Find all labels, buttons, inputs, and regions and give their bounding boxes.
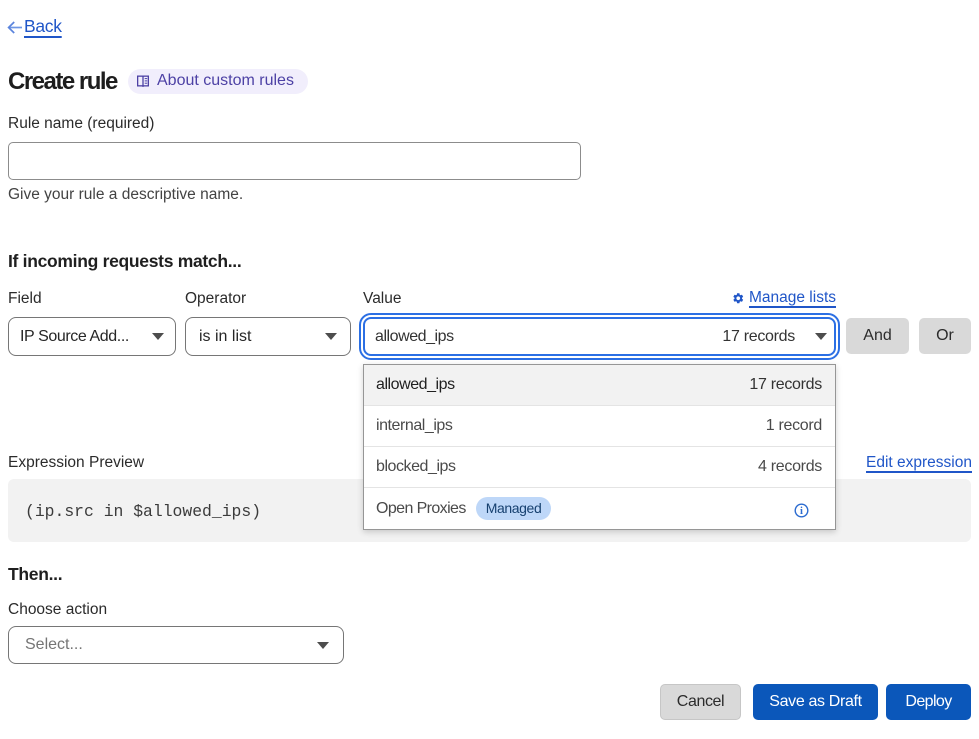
- svg-text:i: i: [800, 506, 803, 517]
